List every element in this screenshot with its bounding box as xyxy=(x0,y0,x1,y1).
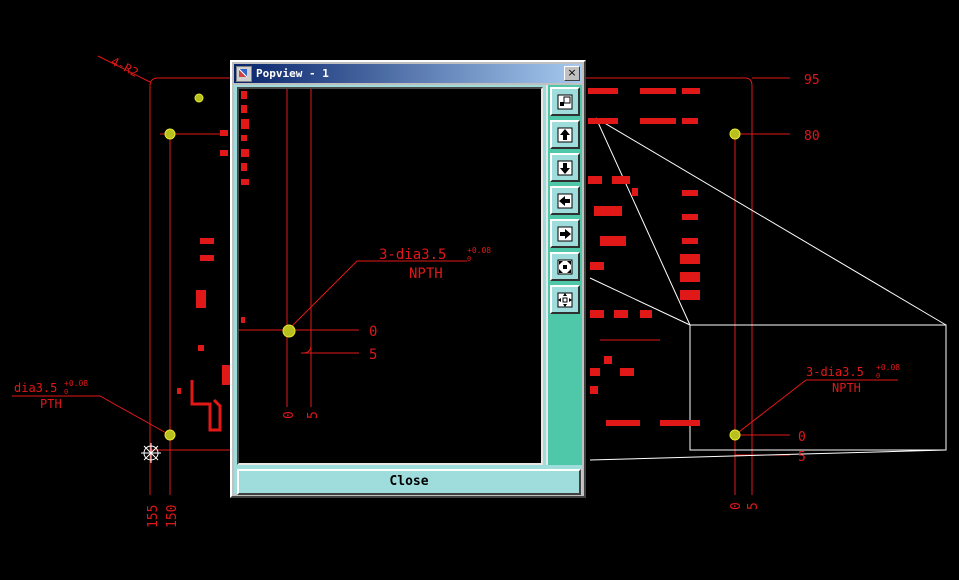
crosshair-cursor-icon xyxy=(141,443,161,463)
app-icon xyxy=(236,65,252,82)
popview-npth-label-tol-lower: 0 xyxy=(467,255,471,263)
popview-body: 3-dia3.5 +0.08 0 NPTH 0 5 0 5 Close xyxy=(234,85,582,495)
pth-label-main: dia3.5 xyxy=(14,381,57,395)
npth-label-tol: +0.08 xyxy=(876,363,900,372)
npth-label-tol-lower: 0 xyxy=(876,372,880,380)
pan-right-icon xyxy=(557,226,573,241)
zoom-viewport[interactable]: 3-dia3.5 +0.08 0 NPTH 0 5 0 5 xyxy=(237,87,543,465)
popview-dim-5: 5 xyxy=(369,347,377,363)
pan-up-icon xyxy=(557,127,573,142)
popview-dim-5-bottom: 5 xyxy=(306,411,321,419)
pan-left-button[interactable] xyxy=(550,186,580,215)
close-button[interactable]: Close xyxy=(237,469,581,495)
pan-down-icon xyxy=(557,160,573,175)
zoom-region-outline xyxy=(589,117,947,461)
popview-window: Popview - 1 × 3-dia3.5 +0.08 0 NPTH 0 5 … xyxy=(230,60,586,498)
radius-label: 4-R2 xyxy=(109,54,141,80)
popview-npth-label-tol: +0.08 xyxy=(467,246,491,255)
trace xyxy=(190,380,222,432)
zoom-window-icon xyxy=(557,94,573,109)
dim-label-80: 80 xyxy=(804,129,820,144)
zoom-fit-button[interactable] xyxy=(550,252,580,281)
zoom-window-button[interactable] xyxy=(550,87,580,116)
zoom-fit-icon xyxy=(557,259,573,274)
dim-label-0-right: 0 xyxy=(798,430,806,445)
dim-label-5-bottom: 5 xyxy=(746,502,761,510)
pan-down-button[interactable] xyxy=(550,153,580,182)
dim-label-155: 155 xyxy=(146,505,161,528)
npth-label-main: 3-dia3.5 xyxy=(806,365,864,379)
pan-all-button[interactable] xyxy=(550,285,580,314)
pth-label-tol-lower: 0 xyxy=(64,388,68,396)
pan-right-button[interactable] xyxy=(550,219,580,248)
pad xyxy=(282,324,296,338)
dim-label-95: 95 xyxy=(804,73,820,88)
pan-all-icon xyxy=(557,292,573,307)
pth-label-sub: PTH xyxy=(40,397,62,411)
popview-npth-label-sub: NPTH xyxy=(409,266,443,282)
view-toolbar xyxy=(546,85,582,465)
dim-label-150: 150 xyxy=(165,505,180,528)
popview-dim-0: 0 xyxy=(369,324,377,340)
window-close-button[interactable]: × xyxy=(564,66,580,81)
popview-npth-label-main: 3-dia3.5 xyxy=(379,247,446,263)
pth-label-tol: +0.08 xyxy=(64,379,88,388)
popview-titlebar[interactable]: Popview - 1 × xyxy=(234,64,582,83)
pan-left-icon xyxy=(557,193,573,208)
popview-dim-0-bottom: 0 xyxy=(282,411,297,419)
dim-label-0-bottom: 0 xyxy=(729,502,744,510)
npth-label-sub: NPTH xyxy=(832,381,861,395)
pan-up-button[interactable] xyxy=(550,120,580,149)
window-title: Popview - 1 xyxy=(256,67,329,80)
dim-label-5-right: 5 xyxy=(798,450,806,465)
